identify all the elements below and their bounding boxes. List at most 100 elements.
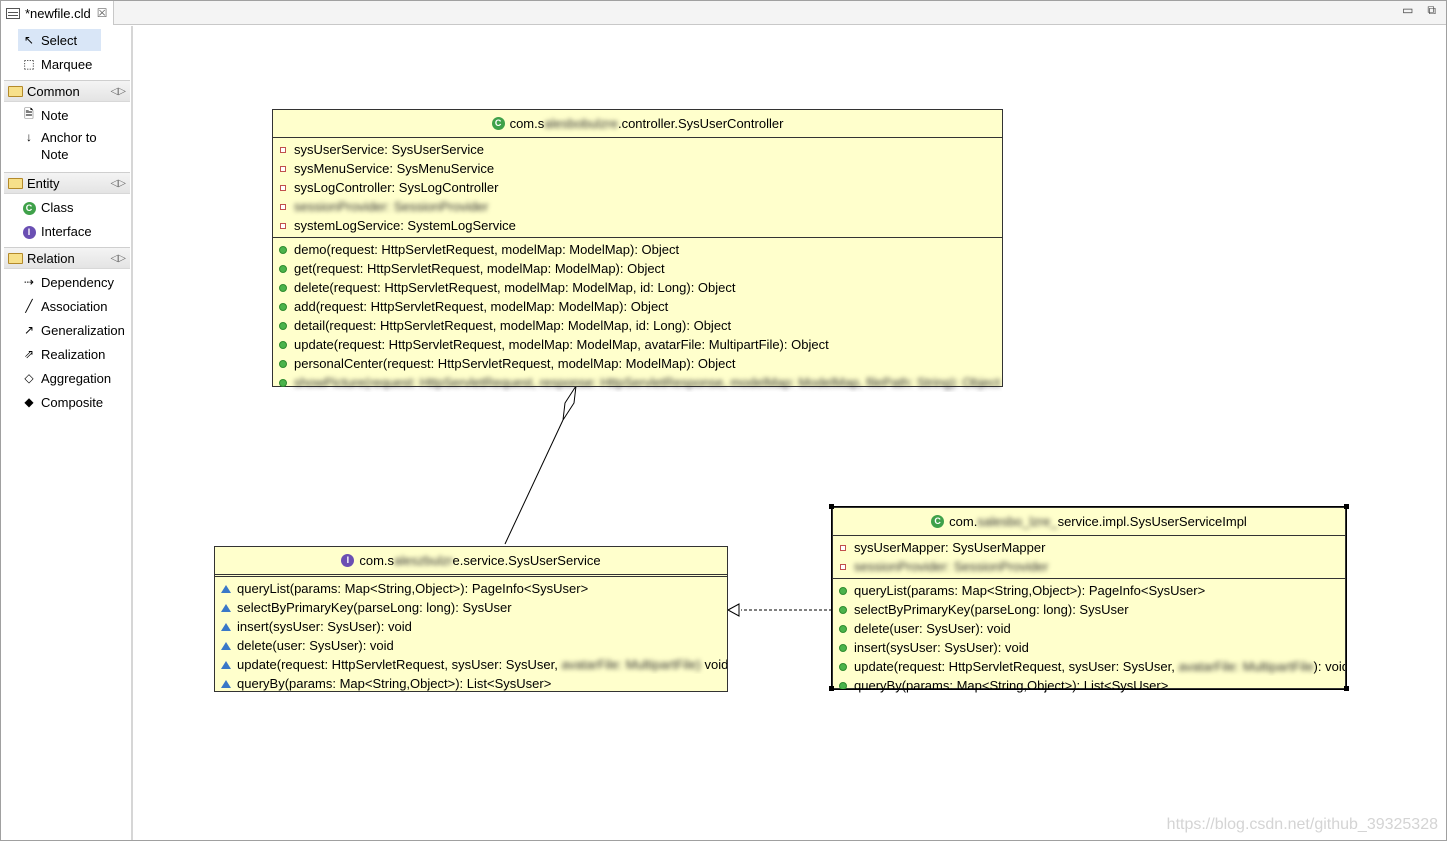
diagram-canvas[interactable]: C com.s alesbobulzre .controller.SysUser… xyxy=(135,26,1446,840)
palette-item-generalization[interactable]: ↗ Generalization xyxy=(18,319,125,341)
association-icon: ╱ xyxy=(25,299,33,313)
field-row[interactable]: sysLogController: SysLogController xyxy=(273,178,1002,197)
realization-arrowhead xyxy=(726,603,740,617)
palette-item-aggregation[interactable]: ◇ Aggregation xyxy=(18,367,111,389)
drawer-entity[interactable]: Entity ◁▷ xyxy=(4,172,130,194)
method-row[interactable]: selectByPrimaryKey(parseLong: long): Sys… xyxy=(833,600,1345,619)
method-row[interactable]: queryList(params: Map<String,Object>): P… xyxy=(215,579,727,598)
class-header: I com.s aleszbulzr e.service.SysUserServ… xyxy=(215,547,727,577)
method-row[interactable]: delete(request: HttpServletRequest, mode… xyxy=(273,278,1002,297)
field-row[interactable]: sessionProvider: SessionProvider xyxy=(833,557,1345,576)
folder-icon xyxy=(8,177,23,189)
palette-item-class[interactable]: C Class xyxy=(18,196,74,218)
method-row[interactable]: add(request: HttpServletRequest, modelMa… xyxy=(273,297,1002,316)
pin-icon[interactable]: ◁▷ xyxy=(111,253,126,264)
method-row[interactable]: delete(user: SysUser): void xyxy=(833,619,1345,638)
method-row[interactable]: delete(user: SysUser): void xyxy=(215,636,727,655)
public-method-icon xyxy=(839,586,847,595)
palette-item-realization[interactable]: ⇗ Realization xyxy=(18,343,105,365)
field-row[interactable]: sessionProvider: SessionProvider xyxy=(273,197,1002,216)
method-row[interactable]: queryBy(params: Map<String,Object>): Lis… xyxy=(833,676,1345,695)
pin-icon[interactable]: ◁▷ xyxy=(111,86,126,97)
composite-icon: ◆ xyxy=(24,395,34,409)
anchor-icon: ↓ xyxy=(26,130,32,144)
close-icon[interactable]: ☒ xyxy=(97,6,108,20)
field-row[interactable]: systemLogService: SystemLogService xyxy=(273,216,1002,235)
field-section: sysUserService: SysUserService sysMenuSe… xyxy=(273,138,1002,238)
method-row[interactable]: insert(sysUser: SysUser): void xyxy=(833,638,1345,657)
abstract-method-icon xyxy=(221,603,231,612)
method-row[interactable]: update(request: HttpServletRequest, sysU… xyxy=(833,657,1345,676)
class-header: C com.s alesbobulzre .controller.SysUser… xyxy=(273,110,1002,138)
pin-icon[interactable]: ◁▷ xyxy=(111,178,126,189)
class-title-suffix: .controller.SysUserController xyxy=(617,116,784,131)
interface-sysuserservice[interactable]: I com.s aleszbulzr e.service.SysUserServ… xyxy=(214,546,728,692)
private-field-icon xyxy=(840,563,846,570)
method-row[interactable]: detail(request: HttpServletRequest, mode… xyxy=(273,316,1002,335)
method-row[interactable]: update(request: HttpServletRequest, mode… xyxy=(273,335,1002,354)
minimize-icon[interactable]: ▭ xyxy=(1402,3,1413,18)
public-method-icon xyxy=(839,605,847,614)
method-row[interactable]: showPicture(request: HttpServletRequest,… xyxy=(273,373,1002,392)
palette-item-note[interactable]: 🗎 Note xyxy=(18,104,68,126)
private-field-icon xyxy=(280,222,286,229)
abstract-method-icon xyxy=(221,641,231,650)
class-title-suffix: e.service.SysUserService xyxy=(452,553,601,568)
method-row[interactable]: queryList(params: Map<String,Object>): P… xyxy=(833,581,1345,600)
palette-item-association[interactable]: ╱ Association xyxy=(18,295,107,317)
method-row[interactable]: demo(request: HttpServletRequest, modelM… xyxy=(273,240,1002,259)
maximize-icon[interactable]: ⧉ xyxy=(1427,3,1436,18)
selection-handle[interactable] xyxy=(1344,686,1349,691)
public-method-icon xyxy=(279,359,287,368)
public-method-icon xyxy=(279,245,287,254)
method-row[interactable]: queryBy(params: Map<String,Object>): Lis… xyxy=(215,674,727,693)
dependency-icon: ⇢ xyxy=(23,275,35,289)
tab-title: *newfile.cld xyxy=(25,5,91,21)
palette-tool-select[interactable]: ↖ Select xyxy=(18,29,101,51)
method-row[interactable]: get(request: HttpServletRequest, modelMa… xyxy=(273,259,1002,278)
public-method-icon xyxy=(839,681,847,690)
selection-handle[interactable] xyxy=(829,504,834,509)
public-method-icon xyxy=(279,340,287,349)
class-title-prefix: com. xyxy=(949,514,978,529)
method-row[interactable]: update(request: HttpServletRequest, sysU… xyxy=(215,655,727,674)
private-field-icon xyxy=(840,544,846,551)
class-title-redacted: salesbo_lzre_ xyxy=(977,514,1058,529)
editor-window: *newfile.cld ☒ ▭ ⧉ ↖ Select ⬚ Marquee Co… xyxy=(0,0,1447,841)
marquee-icon: ⬚ xyxy=(23,57,35,71)
editor-tab[interactable]: *newfile.cld ☒ xyxy=(1,1,114,25)
palette-item-anchor-to-note[interactable]: ↓ Anchor to Note xyxy=(18,129,97,163)
aggregation-connector[interactable] xyxy=(504,419,564,545)
abstract-method-icon xyxy=(221,584,231,593)
field-row[interactable]: sysUserMapper: SysUserMapper xyxy=(833,538,1345,557)
class-title-redacted: aleszbulzr xyxy=(394,553,453,568)
method-row[interactable]: personalCenter(request: HttpServletReque… xyxy=(273,354,1002,373)
method-section: queryList(params: Map<String,Object>): P… xyxy=(215,577,727,695)
class-header: C com. salesbo_lzre_ service.impl.SysUse… xyxy=(833,508,1345,536)
palette-item-dependency[interactable]: ⇢ Dependency xyxy=(18,271,114,293)
class-sysusercontroller[interactable]: C com.s alesbobulzre .controller.SysUser… xyxy=(272,109,1003,390)
selection-handle[interactable] xyxy=(1344,504,1349,509)
method-row[interactable]: insert(sysUser: SysUser): void xyxy=(215,617,727,636)
drawer-relation[interactable]: Relation ◁▷ xyxy=(4,247,130,269)
palette-tool-marquee[interactable]: ⬚ Marquee xyxy=(18,53,92,75)
note-icon: 🗎 xyxy=(24,106,34,121)
field-row[interactable]: sysMenuService: SysMenuService xyxy=(273,159,1002,178)
selection-handle[interactable] xyxy=(829,686,834,691)
method-row[interactable]: selectByPrimaryKey(parseLong: long): Sys… xyxy=(215,598,727,617)
method-section: demo(request: HttpServletRequest, modelM… xyxy=(273,238,1002,394)
class-sysuserserviceimpl[interactable]: C com. salesbo_lzre_ service.impl.SysUse… xyxy=(831,506,1347,693)
palette: ↖ Select ⬚ Marquee Common ◁▷ 🗎 Note ↓ An… xyxy=(2,26,133,840)
editor-tab-bar: *newfile.cld ☒ ▭ ⧉ xyxy=(1,1,1446,25)
drawer-common[interactable]: Common ◁▷ xyxy=(4,80,130,102)
palette-item-composite[interactable]: ◆ Composite xyxy=(18,391,103,413)
abstract-method-icon xyxy=(221,622,231,631)
aggregation-icon: ◇ xyxy=(24,371,34,385)
redacted-text: avatarFile: MultipartFile) xyxy=(561,657,701,672)
abstract-method-icon xyxy=(221,679,231,688)
palette-item-interface[interactable]: I Interface xyxy=(18,220,92,242)
redacted-text: avatarFile: MultipartFile xyxy=(1178,659,1314,674)
field-row[interactable]: sysUserService: SysUserService xyxy=(273,140,1002,159)
realization-icon: ⇗ xyxy=(23,347,35,361)
public-method-icon xyxy=(839,662,847,671)
